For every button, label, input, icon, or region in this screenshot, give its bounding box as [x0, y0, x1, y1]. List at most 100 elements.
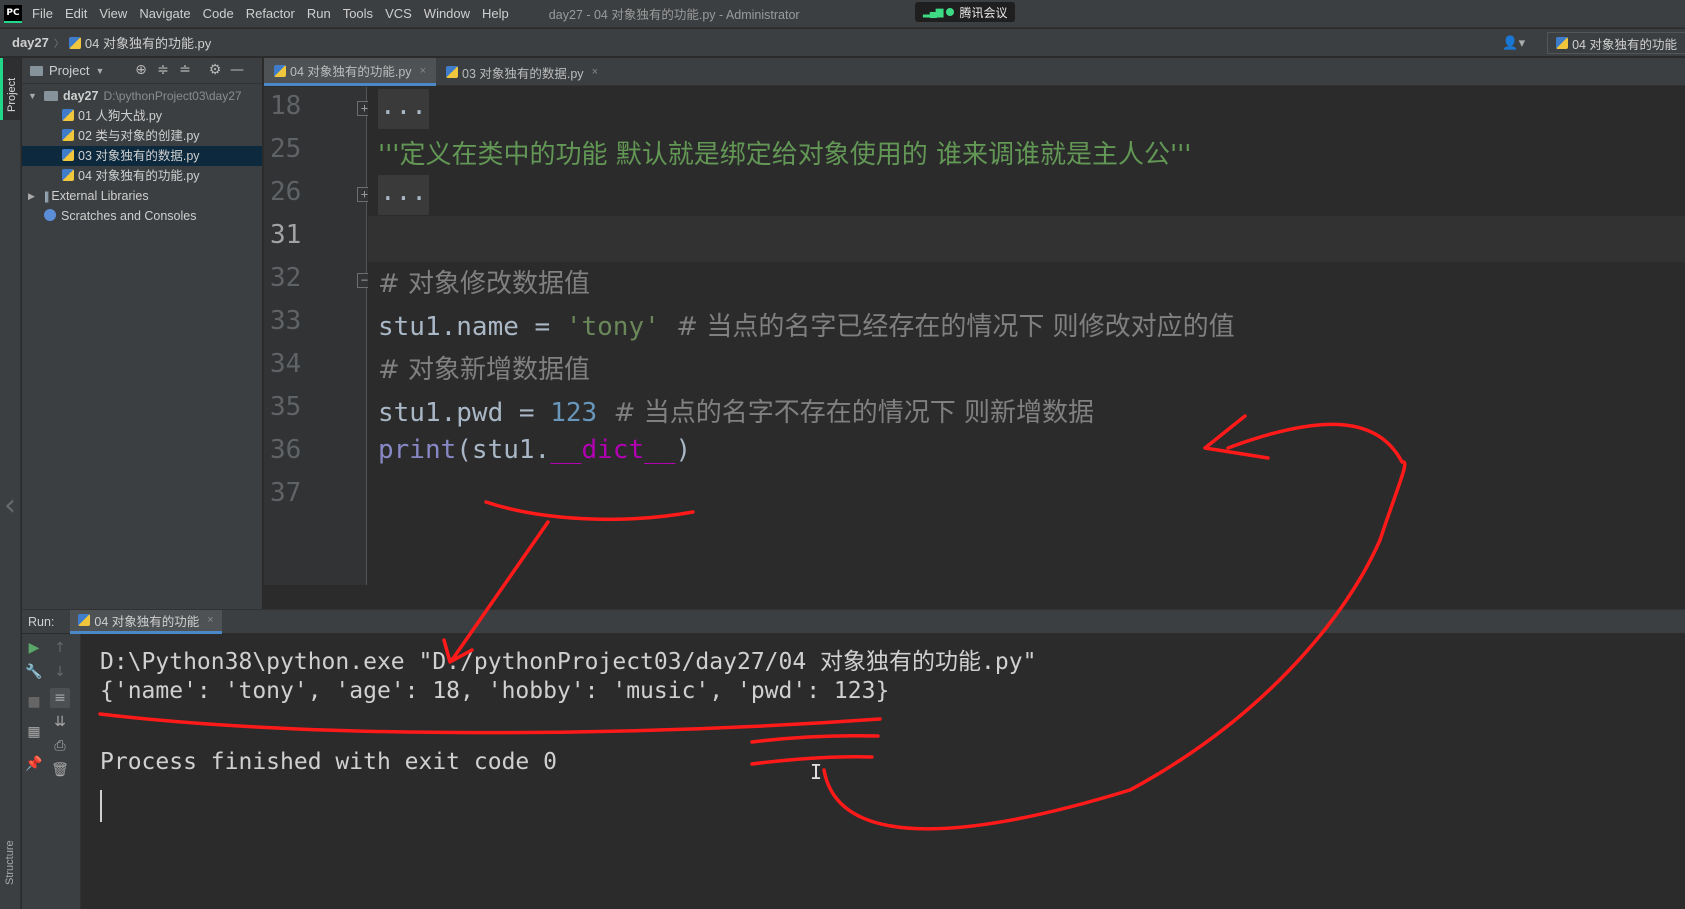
python-file-icon: [1556, 37, 1569, 49]
user-account-icon[interactable]: 👤▾: [1502, 35, 1525, 51]
menu-bar: PC File Edit View Navigate Code Refactor…: [0, 0, 1685, 28]
rerun-icon[interactable]: ▶: [24, 638, 44, 658]
python-file-icon: [68, 36, 81, 49]
expand-all-icon[interactable]: ≑: [152, 62, 174, 78]
menu-window[interactable]: Window: [424, 6, 470, 21]
tree-item-external-libraries[interactable]: ▶ ||| External Libraries: [22, 186, 262, 206]
run-configuration-label: 04 对象独有的功能: [1572, 37, 1677, 52]
editor-gutter: 18 25 26 31 32 33 34 35 36 37 + + −: [264, 87, 372, 585]
console-line-exit: Process finished with exit code 0: [100, 749, 557, 775]
close-icon[interactable]: ×: [207, 614, 213, 626]
signal-icon: ▂▄▆: [923, 6, 943, 18]
code-text: stu1.name =: [378, 312, 566, 342]
project-tree: ▼ day27 D:\pythonProject03\day27 01 人狗大战.…: [22, 84, 262, 226]
tree-item-file-04[interactable]: 04 对象独有的功能.py: [22, 166, 262, 186]
python-file-icon: [62, 129, 74, 141]
line-number: 25: [270, 134, 302, 164]
menu-tools[interactable]: Tools: [343, 6, 373, 21]
arrow-down-icon[interactable]: ↓: [50, 662, 70, 682]
tree-item-scratches[interactable]: Scratches and Consoles: [22, 206, 262, 226]
project-tool-tab[interactable]: Project: [0, 58, 21, 120]
chevron-down-icon: ▼: [28, 91, 37, 101]
code-line-36[interactable]: print(stu1.__dict__): [378, 435, 691, 465]
breadcrumb-file[interactable]: 04 对象独有的功能.py: [85, 33, 211, 52]
pin-icon[interactable]: 📌: [24, 754, 44, 774]
wrench-icon[interactable]: 🔧: [24, 662, 44, 682]
gear-icon[interactable]: ⚙: [204, 62, 226, 78]
meeting-indicator[interactable]: ▂▄▆ 腾讯会议: [915, 2, 1016, 22]
structure-tool-tab[interactable]: Structure: [0, 809, 21, 889]
code-line-32[interactable]: # 对象修改数据值: [378, 263, 590, 300]
editor-tab-label: 04 对象独有的功能.py: [290, 65, 412, 79]
collapse-all-icon[interactable]: ≐: [174, 62, 196, 78]
close-icon[interactable]: ×: [592, 66, 598, 78]
breadcrumb-project[interactable]: day27: [12, 35, 49, 50]
run-label: Run:: [28, 614, 55, 629]
tree-item-day27[interactable]: ▼ day27 D:\pythonProject03\day27: [22, 86, 262, 106]
tree-item-label: 02 类与对象的创建.py: [78, 129, 200, 143]
editor-tab-bar: 04 对象独有的功能.py × 03 对象独有的数据.py ×: [264, 58, 1685, 86]
minimize-icon[interactable]: —: [226, 62, 248, 78]
run-tool-header: Run: 04 对象独有的功能 ×: [22, 609, 1685, 634]
code-line-34[interactable]: # 对象新增数据值: [378, 349, 590, 386]
menu-refactor[interactable]: Refactor: [246, 6, 295, 21]
menu-code[interactable]: Code: [203, 6, 234, 21]
editor-bottom-spacer: [264, 585, 1685, 609]
line-number: 33: [270, 306, 302, 336]
locate-target-icon[interactable]: ⊕: [130, 62, 152, 78]
collapse-chevron-icon[interactable]: ‹: [4, 488, 16, 523]
navbar-right: 👤▾ 04 对象独有的功能: [1502, 29, 1685, 57]
code-line-26[interactable]: ...: [378, 175, 429, 215]
python-file-icon: [274, 64, 286, 77]
menu-help[interactable]: Help: [482, 6, 509, 21]
print-icon[interactable]: ⎙: [50, 736, 70, 756]
python-file-icon: [78, 614, 91, 626]
tree-item-file-01[interactable]: 01 人狗大战.py: [22, 106, 262, 126]
pycharm-logo-icon: PC: [4, 4, 22, 23]
tree-item-label: 04 对象独有的功能.py: [78, 169, 200, 183]
trash-icon[interactable]: 🗑: [50, 760, 70, 780]
line-number-current: 31: [270, 220, 302, 250]
arrow-up-icon[interactable]: ↑: [50, 638, 70, 658]
menu-run[interactable]: Run: [307, 6, 331, 21]
menu-navigate[interactable]: Navigate: [139, 6, 190, 21]
code-editor[interactable]: ... '''定义在类中的功能 默认就是绑定给对象使用的 谁来调谁就是主人公''…: [368, 87, 1685, 585]
scroll-to-end-icon[interactable]: ⇊: [50, 712, 70, 732]
code-line-35[interactable]: stu1.pwd = 123 # 当点的名字不存在的情况下 则新增数据: [378, 392, 1094, 429]
run-configuration-select[interactable]: 04 对象独有的功能: [1547, 32, 1685, 54]
scratches-icon: [44, 209, 56, 221]
editor-tab-label: 03 对象独有的数据.py: [462, 66, 584, 81]
line-number: 34: [270, 349, 302, 379]
menu-edit[interactable]: Edit: [65, 6, 87, 21]
line-number: 36: [270, 435, 302, 465]
editor-tab-03[interactable]: 03 对象独有的数据.py ×: [436, 58, 608, 86]
run-console[interactable]: D:\Python38\python.exe "D:/pythonProject…: [82, 634, 1685, 909]
magic-attribute: __dict__: [550, 435, 676, 465]
window-title: day27 - 04 对象独有的功能.py - Administrator: [548, 8, 800, 22]
tree-item-file-03[interactable]: 03 对象独有的数据.py: [22, 146, 262, 166]
code-line-18[interactable]: ...: [378, 89, 429, 129]
folded-code-placeholder[interactable]: ...: [378, 175, 429, 215]
docstring: '''定义在类中的功能 默认就是绑定给对象使用的 谁来调谁就是主人公''': [378, 140, 1192, 170]
soft-wrap-icon[interactable]: ≡: [50, 688, 70, 708]
menu-view[interactable]: View: [99, 6, 127, 21]
run-tab[interactable]: 04 对象独有的功能 ×: [70, 609, 222, 634]
comment: # 当点的名字已经存在的情况下 则修改对应的值: [659, 312, 1235, 342]
stop-icon[interactable]: ■: [24, 692, 44, 712]
code-line-33[interactable]: stu1.name = 'tony' # 当点的名字已经存在的情况下 则修改对应…: [378, 306, 1235, 343]
tree-item-file-02[interactable]: 02 类与对象的创建.py: [22, 126, 262, 146]
folded-code-placeholder[interactable]: ...: [378, 89, 429, 129]
line-number: 37: [270, 478, 302, 508]
editor-tab-04[interactable]: 04 对象独有的功能.py ×: [264, 58, 436, 86]
run-toolbar: ▶ ↑ 🔧 ↓ ■ ≡ ▦ ⇊ ⎙ 📌 🗑: [22, 634, 81, 909]
folder-icon: [30, 65, 43, 76]
code-line-25[interactable]: '''定义在类中的功能 默认就是绑定给对象使用的 谁来调谁就是主人公''': [378, 134, 1191, 171]
recording-dot-icon: [946, 8, 955, 16]
ibeam-cursor-icon: I: [810, 760, 823, 784]
menu-vcs[interactable]: VCS: [385, 6, 412, 21]
layout-icon[interactable]: ▦: [24, 722, 44, 742]
menu-file[interactable]: File: [32, 6, 53, 21]
close-icon[interactable]: ×: [420, 65, 426, 77]
string-literal: 'tony': [565, 312, 660, 342]
line-number: 32: [270, 263, 302, 293]
